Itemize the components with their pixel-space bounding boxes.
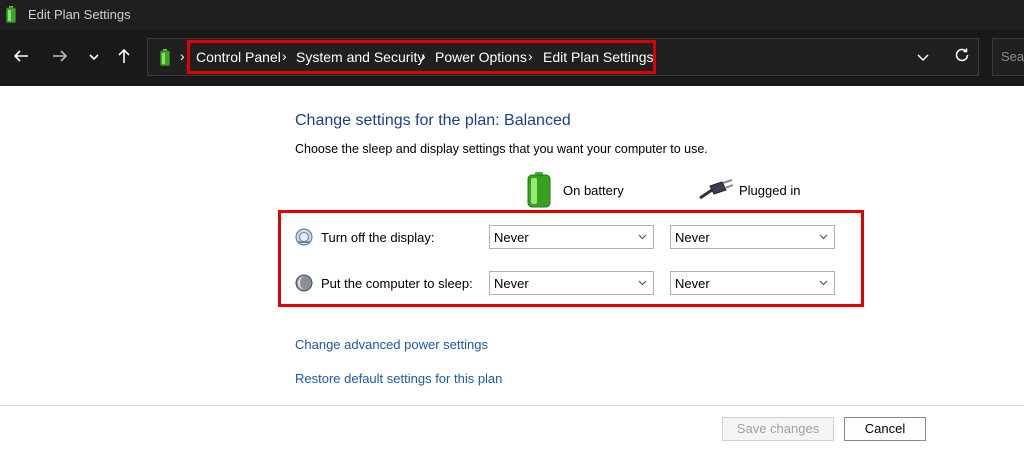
- window-title: Edit Plan Settings: [28, 7, 131, 22]
- chevron-down-icon: [89, 54, 99, 61]
- setting-label-sleep: Put the computer to sleep:: [321, 276, 473, 291]
- battery-icon: [160, 49, 170, 66]
- cancel-button[interactable]: Cancel: [844, 417, 926, 441]
- sleep-plugged-in-select[interactable]: Never: [670, 271, 835, 295]
- breadcrumb-separator-icon: ›: [421, 48, 426, 64]
- advanced-power-settings-link[interactable]: Change advanced power settings: [295, 337, 488, 352]
- column-header-plugged-in: Plugged in: [739, 183, 801, 198]
- search-input[interactable]: Search: [992, 38, 1024, 76]
- setting-label-display: Turn off the display:: [321, 230, 435, 245]
- display-on-battery-select[interactable]: Never: [489, 225, 654, 249]
- up-button[interactable]: [113, 47, 135, 69]
- chevron-down-icon: [819, 280, 828, 286]
- power-plug-icon: [699, 179, 734, 200]
- column-header-on-battery: On battery: [563, 183, 624, 198]
- address-bar[interactable]: › Control Panel › System and Security › …: [147, 38, 979, 76]
- battery-app-icon: [6, 6, 16, 23]
- back-button[interactable]: [10, 47, 32, 69]
- arrow-up-icon: [118, 48, 130, 63]
- chevron-down-icon: [638, 234, 647, 240]
- breadcrumb-system-and-security[interactable]: System and Security: [296, 49, 424, 65]
- breadcrumb-separator-icon: ›: [282, 48, 287, 64]
- footer-divider: [0, 405, 1024, 406]
- page-title: Change settings for the plan: Balanced: [295, 112, 571, 129]
- refresh-icon: [955, 48, 969, 62]
- recent-locations-button[interactable]: [83, 47, 105, 69]
- chevron-down-icon: [917, 54, 929, 62]
- chevron-down-icon: [819, 234, 828, 240]
- forward-button[interactable]: [49, 47, 71, 69]
- sleep-on-battery-select[interactable]: Never: [489, 271, 654, 295]
- breadcrumb-separator-icon: ›: [180, 48, 185, 64]
- title-bar: Edit Plan Settings: [0, 0, 1024, 30]
- refresh-button[interactable]: [952, 46, 972, 66]
- save-changes-button[interactable]: Save changes: [722, 417, 834, 441]
- chevron-down-icon: [638, 280, 647, 286]
- battery-icon: [527, 172, 551, 208]
- display-icon: [295, 228, 313, 246]
- display-plugged-in-select[interactable]: Never: [670, 225, 835, 249]
- breadcrumb-separator-icon: ›: [528, 48, 533, 64]
- restore-defaults-link[interactable]: Restore default settings for this plan: [295, 371, 502, 386]
- breadcrumb-edit-plan-settings[interactable]: Edit Plan Settings: [543, 49, 654, 65]
- sleep-moon-icon: [295, 274, 313, 292]
- address-history-button[interactable]: [914, 48, 932, 66]
- arrow-left-icon: [13, 50, 28, 62]
- arrow-right-icon: [53, 50, 68, 62]
- navigation-bar: › Control Panel › System and Security › …: [0, 30, 1024, 86]
- breadcrumb-control-panel[interactable]: Control Panel: [196, 49, 281, 65]
- page-description: Choose the sleep and display settings th…: [295, 142, 708, 156]
- breadcrumb-power-options[interactable]: Power Options: [435, 49, 527, 65]
